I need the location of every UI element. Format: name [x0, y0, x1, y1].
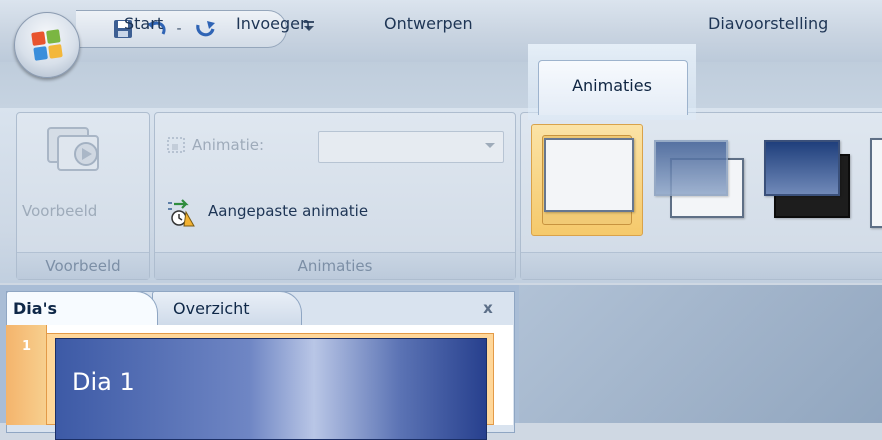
office-logo-icon: [31, 29, 63, 61]
tab-invoegen[interactable]: Invoegen: [236, 0, 310, 46]
transition-none-slide: [544, 138, 634, 212]
preview-button[interactable]: Voorbeeld: [22, 202, 97, 220]
slide-number: 1: [22, 339, 32, 354]
tab-overzicht[interactable]: Overzicht: [152, 291, 302, 325]
group-label-transitions: [521, 252, 882, 279]
tab-animaties-label: Animaties: [572, 76, 652, 95]
tab-diavoorstelling[interactable]: Diavoorstelling: [708, 0, 828, 46]
preview-icon: [42, 124, 108, 184]
chevron-down-icon: [485, 143, 495, 148]
transition-fade-thumbnail[interactable]: [652, 136, 744, 226]
office-button[interactable]: [14, 12, 80, 78]
animation-icon: [166, 136, 188, 160]
animation-combo[interactable]: [318, 131, 504, 163]
tab-ontwerpen[interactable]: Ontwerpen: [384, 0, 473, 46]
slide-thumbnail-title: Dia 1: [72, 368, 135, 396]
custom-animation-button[interactable]: Aangepaste animatie: [208, 202, 368, 220]
dark-slide-front: [764, 140, 840, 196]
transition-partial-thumbnail[interactable]: [870, 138, 882, 228]
slide-editing-area[interactable]: [519, 285, 882, 423]
fade-slide-front: [654, 140, 728, 196]
group-label-voorbeeld: Voorbeeld: [17, 252, 149, 279]
tab-dias[interactable]: Dia's: [6, 291, 158, 325]
ribbon-tabs: [0, 62, 882, 108]
redo-icon[interactable]: [192, 17, 218, 41]
custom-animation-icon: [166, 196, 196, 232]
group-label-animaties: Animaties: [155, 252, 515, 279]
undo-dropdown[interactable]: -: [172, 17, 186, 41]
close-icon[interactable]: x: [476, 293, 500, 323]
slides-pane: Overzicht Dia's x 1: [0, 285, 519, 440]
tab-start[interactable]: Start: [124, 0, 163, 46]
animation-label: Animatie:: [192, 136, 265, 154]
transition-dark-thumbnail[interactable]: [762, 136, 858, 226]
